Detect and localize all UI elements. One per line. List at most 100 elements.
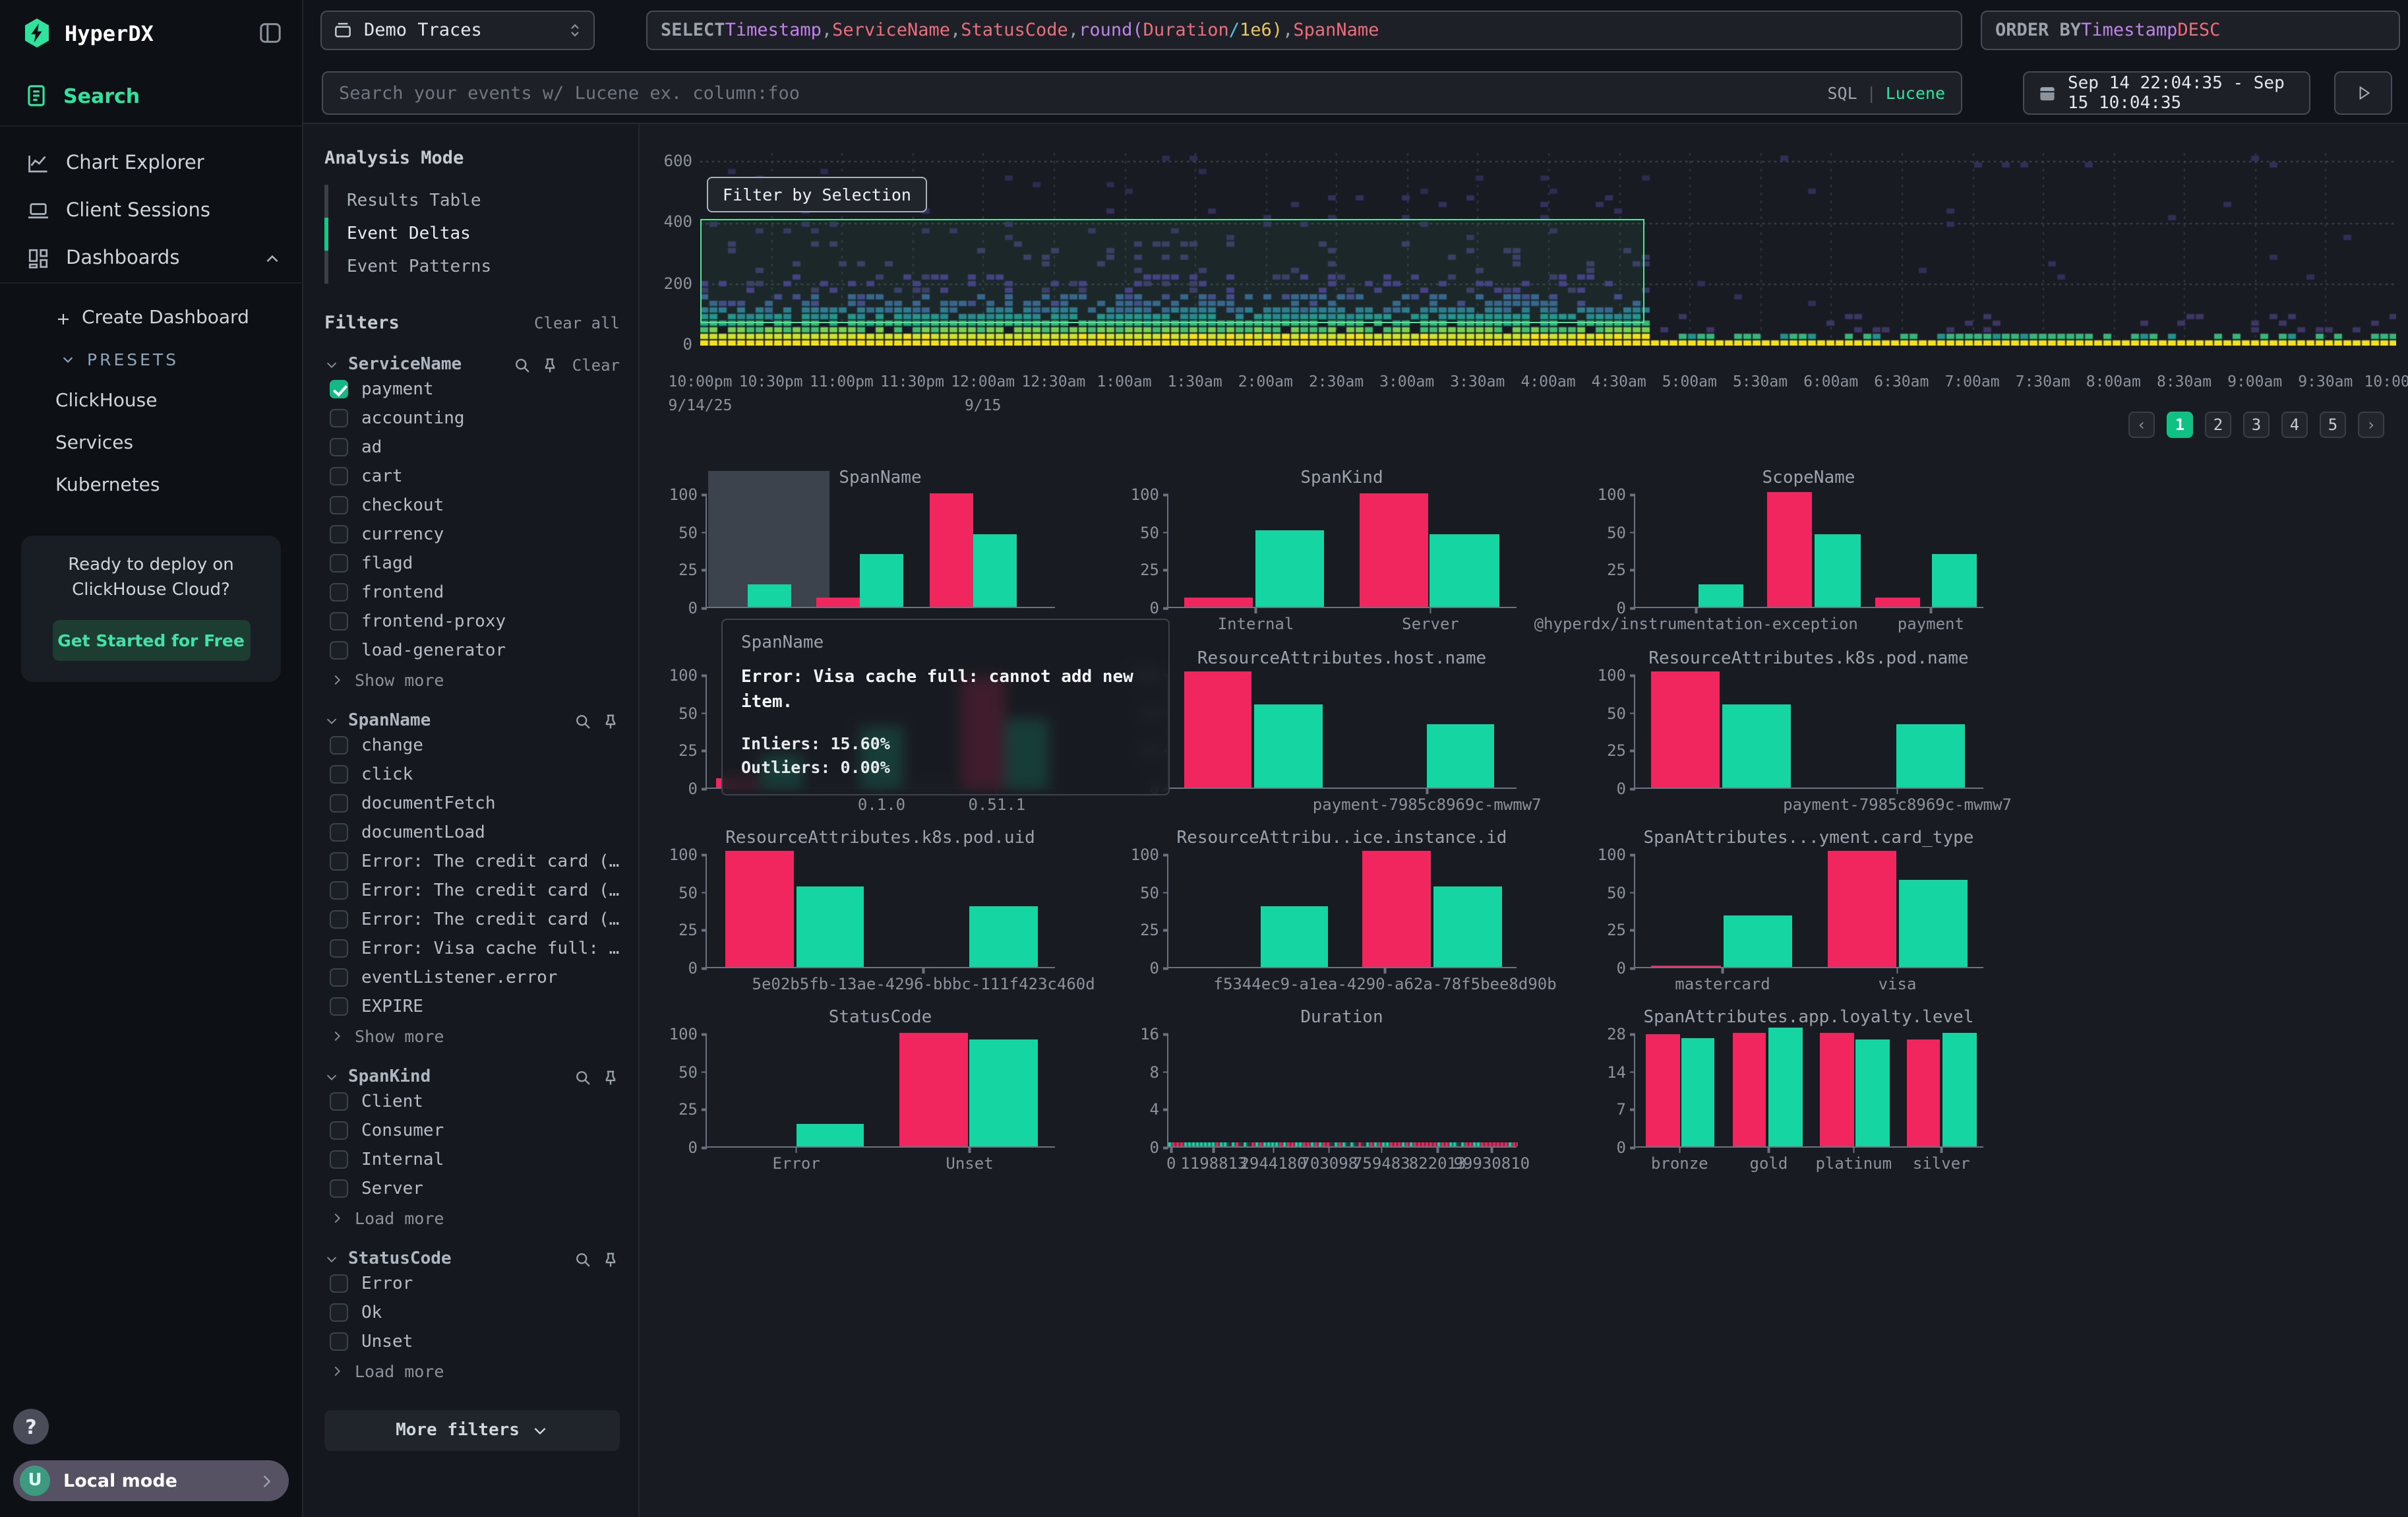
inliers-bar[interactable] [1942,1034,1976,1146]
outliers-bar[interactable] [1733,1033,1766,1146]
get-started-button[interactable]: Get Started for Free [52,619,250,660]
more-filters-button[interactable]: More filters [324,1410,620,1451]
outliers-bar[interactable] [1184,672,1252,788]
sidebar-item-clickhouse[interactable]: ClickHouse [0,380,302,422]
pin-icon[interactable] [541,356,559,374]
checkbox[interactable] [330,467,348,485]
checkbox[interactable] [330,794,348,813]
checkbox[interactable] [330,496,348,514]
checkbox[interactable] [330,583,348,602]
order-by-input[interactable]: ORDER BY Timestamp DESC [1981,11,2400,50]
filter-option-documentLoad[interactable]: documentLoad [324,818,620,847]
filter-option-flagd[interactable]: flagd [324,549,620,578]
page-button-5[interactable]: 5 [2320,412,2346,438]
checkbox[interactable] [330,1332,348,1351]
page-button-1[interactable]: 1 [2167,412,2193,438]
filter-option-eventListener.error[interactable]: eventListener.error [324,963,620,992]
checkbox[interactable] [330,736,348,755]
outliers-bar[interactable] [1875,598,1919,607]
search-icon[interactable] [574,1250,592,1268]
checkbox[interactable] [330,968,348,987]
inliers-bar[interactable] [1254,704,1322,788]
prev-page-button[interactable]: ‹ [2128,412,2155,438]
sidebar-item-dashboards[interactable]: Dashboards [0,235,302,282]
inliers-bar[interactable] [748,584,792,607]
source-select[interactable]: Demo Traces [320,11,595,50]
checkbox[interactable] [330,641,348,660]
heatmap-canvas[interactable] [700,153,2396,346]
inliers-bar[interactable] [1899,880,1968,967]
chart-plot[interactable]: 02550100payment-7985c8969c-mwmw7 [1167,675,1517,789]
inliers-bar[interactable] [860,554,903,607]
sidebar-item-services[interactable]: Services [0,422,302,464]
chevron-down-icon[interactable] [324,1070,339,1084]
outliers-bar[interactable] [1646,1034,1680,1146]
filter-by-selection-button[interactable]: Filter by Selection [707,177,927,212]
filter-option-Unset[interactable]: Unset [324,1327,620,1356]
chart-plot[interactable]: 02550100f5344ec9-a1ea-4290-a62a-78f5bee8… [1167,855,1517,968]
checkbox[interactable] [330,1150,348,1169]
chevron-down-icon[interactable] [324,1252,339,1266]
inliers-bar[interactable] [1931,554,1976,607]
checkbox[interactable] [330,852,348,871]
search-input[interactable] [339,82,1827,104]
chart-plot[interactable]: 02550100ErrorUnset [706,1034,1055,1148]
outliers-bar[interactable] [1359,493,1428,607]
checkbox[interactable] [330,1092,348,1111]
filter-option-Ok[interactable]: Ok [324,1298,620,1327]
chart-plot[interactable]: 02550100InternalServer [1167,495,1517,608]
checkbox[interactable] [330,525,348,543]
chart-plot[interactable]: 071428bronzegoldplatinumsilver [1634,1034,1983,1148]
filter-option-Consumer[interactable]: Consumer [324,1116,620,1145]
inliers-bar[interactable] [1699,584,1743,607]
filter-option-documentFetch[interactable]: documentFetch [324,789,620,818]
search-icon[interactable] [513,356,531,374]
analysis-mode-option-results-table[interactable]: Results Table [324,185,620,218]
inliers-bar[interactable] [1681,1038,1715,1146]
checkbox[interactable] [330,438,348,456]
analysis-mode-option-event-patterns[interactable]: Event Patterns [324,251,620,284]
checkbox[interactable] [330,881,348,900]
sql-toggle[interactable]: SQL [1827,83,1857,103]
chart-plot[interactable]: 025501005e02b5fb-13ae-4296-bbbc-111f423c… [706,855,1055,968]
chart-plot[interactable]: 0481601198813294418070309875948382201399… [1167,1034,1517,1148]
inliers-bar[interactable] [796,886,864,967]
checkbox[interactable] [330,1274,348,1293]
sidebar-item-kubernetes[interactable]: Kubernetes [0,464,302,507]
page-button-2[interactable]: 2 [2205,412,2231,438]
inliers-bar[interactable] [1427,724,1495,788]
duration-distribution-strip[interactable] [1168,1142,1518,1146]
inliers-bar[interactable] [1722,704,1791,788]
outliers-bar[interactable] [1821,1033,1854,1146]
checkbox[interactable] [330,939,348,958]
outliers-bar[interactable] [1184,598,1253,607]
filter-option-currency[interactable]: currency [324,520,620,549]
collapse-sidebar-icon[interactable] [257,20,284,46]
filter-option-click[interactable]: click [324,760,620,789]
sidebar-item-chart-explorer[interactable]: Chart Explorer [0,140,302,187]
chart-plot[interactable]: 02550100 [706,495,1055,608]
chart-plot[interactable]: 02550100@hyperdx/instrumentation-excepti… [1634,495,1983,608]
filter-option-Error: Visa cache full: …[interactable]: Error: Visa cache full: … [324,934,620,963]
inliers-bar[interactable] [970,1039,1038,1146]
checkbox[interactable] [330,380,348,398]
inliers-bar[interactable] [1723,915,1791,967]
outliers-bar[interactable] [1907,1039,1941,1146]
filter-option-accounting[interactable]: accounting [324,404,620,433]
sidebar-item-search[interactable]: Search [0,65,302,127]
help-button[interactable]: ? [13,1409,49,1444]
filter-option-Client[interactable]: Client [324,1087,620,1116]
inliers-bar[interactable] [1430,534,1499,607]
chart-plot[interactable]: 02550100mastercardvisa [1634,855,1983,968]
chevron-down-icon[interactable] [324,357,339,372]
inliers-bar[interactable] [1434,886,1502,967]
filter-option-Error: The credit card (…[interactable]: Error: The credit card (… [324,847,620,876]
lucene-toggle[interactable]: Lucene [1886,83,1945,103]
inliers-bar[interactable] [1768,1028,1802,1146]
checkbox[interactable] [330,612,348,631]
inliers-bar[interactable] [970,906,1038,967]
sidebar-item-create-dashboard[interactable]: Create Dashboard [0,297,302,339]
pin-icon[interactable] [601,712,620,730]
filter-option-checkout[interactable]: checkout [324,491,620,520]
outliers-bar[interactable] [1363,851,1431,967]
